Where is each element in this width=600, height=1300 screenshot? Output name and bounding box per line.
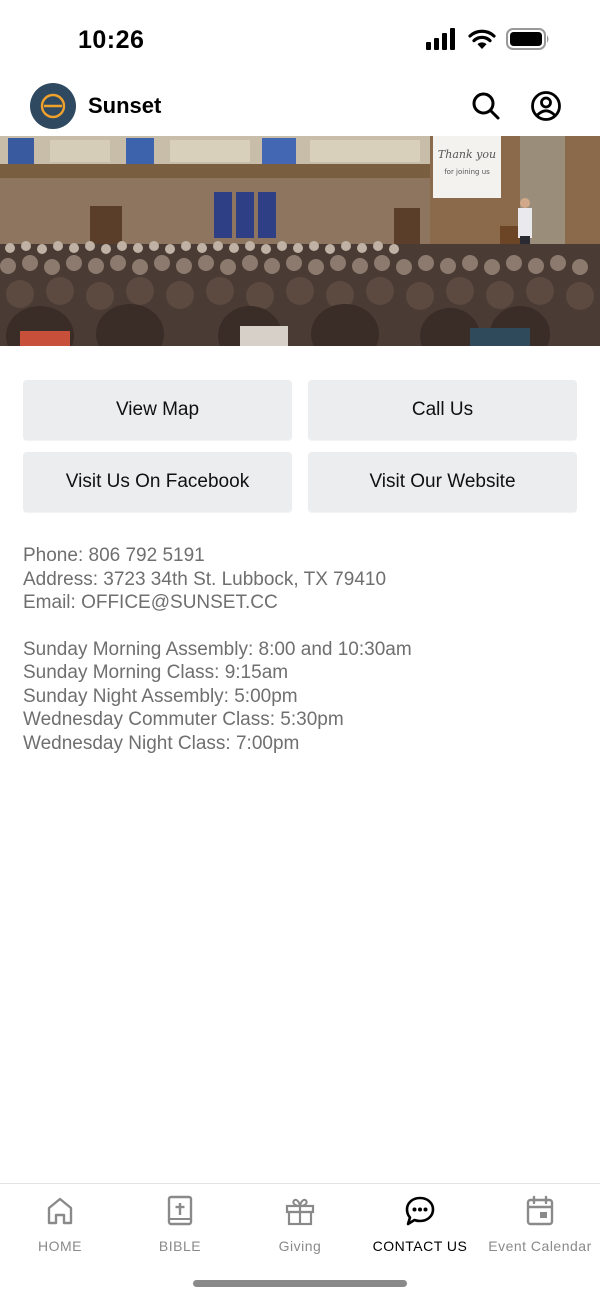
tab-home[interactable]: HOME (0, 1194, 120, 1264)
svg-text:Thank you: Thank you (438, 148, 496, 161)
hero-image: Thank you for joining us (0, 136, 600, 346)
address-text: Address: 3723 34th St. Lubbock, TX 79410 (23, 568, 387, 590)
facebook-button[interactable]: Visit Us On Facebook (23, 452, 292, 512)
tab-label: HOME (38, 1238, 82, 1254)
home-icon (47, 1197, 73, 1225)
email-text: Email: OFFICE@SUNSET.CC (23, 592, 278, 613)
tab-giving[interactable]: Giving (240, 1194, 360, 1264)
call-us-button[interactable]: Call Us (308, 380, 577, 440)
schedule-item: Wednesday Commuter Class: 5:30pm (23, 709, 344, 730)
website-button[interactable]: Visit Our Website (308, 452, 577, 512)
church-logo-icon (30, 83, 76, 129)
chat-bubble-icon (405, 1196, 435, 1226)
tab-event-calendar[interactable]: Event Calendar (480, 1194, 600, 1264)
app-title: Sunset (88, 93, 162, 118)
search-button[interactable] (470, 90, 502, 122)
svg-text:for joining us: for joining us (444, 168, 490, 176)
phone-text: Phone: 806 792 5191 (23, 545, 205, 566)
search-icon (472, 92, 500, 120)
tab-label: BIBLE (158, 1238, 202, 1254)
church-assembly-photo: Thank you for joining us (0, 136, 600, 346)
schedule-item: Sunday Morning Class: 9:15am (23, 662, 289, 683)
bible-icon (167, 1195, 193, 1226)
status-icons (426, 28, 550, 50)
app-header: Sunset (0, 80, 600, 136)
status-time: 10:26 (78, 26, 145, 54)
schedule-item: Wednesday Night Class: 7:00pm (23, 732, 300, 754)
cellular-signal-icon (426, 28, 455, 50)
schedule-item: Sunday Night Assembly: 5:00pm (23, 685, 298, 707)
calendar-icon (526, 1195, 554, 1226)
tab-bible[interactable]: BIBLE (120, 1194, 240, 1264)
tab-contact-us[interactable]: CONTACT US (360, 1194, 480, 1264)
schedule-item: Sunday Morning Assembly: 8:00 and 10:30a… (23, 638, 412, 660)
profile-icon (531, 91, 561, 121)
wifi-icon (468, 29, 496, 49)
profile-button[interactable] (530, 90, 562, 122)
contact-info: Phone: 806 792 5191 Address: 3723 34th S… (23, 544, 583, 755)
tab-label: Giving (278, 1238, 322, 1254)
tab-label: Event Calendar (488, 1238, 592, 1254)
battery-icon (506, 28, 549, 50)
gift-icon (285, 1198, 315, 1226)
home-indicator[interactable] (193, 1280, 407, 1287)
view-map-button[interactable]: View Map (23, 380, 292, 440)
tab-label: CONTACT US (372, 1238, 468, 1254)
status-bar: 10:26 (0, 0, 600, 80)
